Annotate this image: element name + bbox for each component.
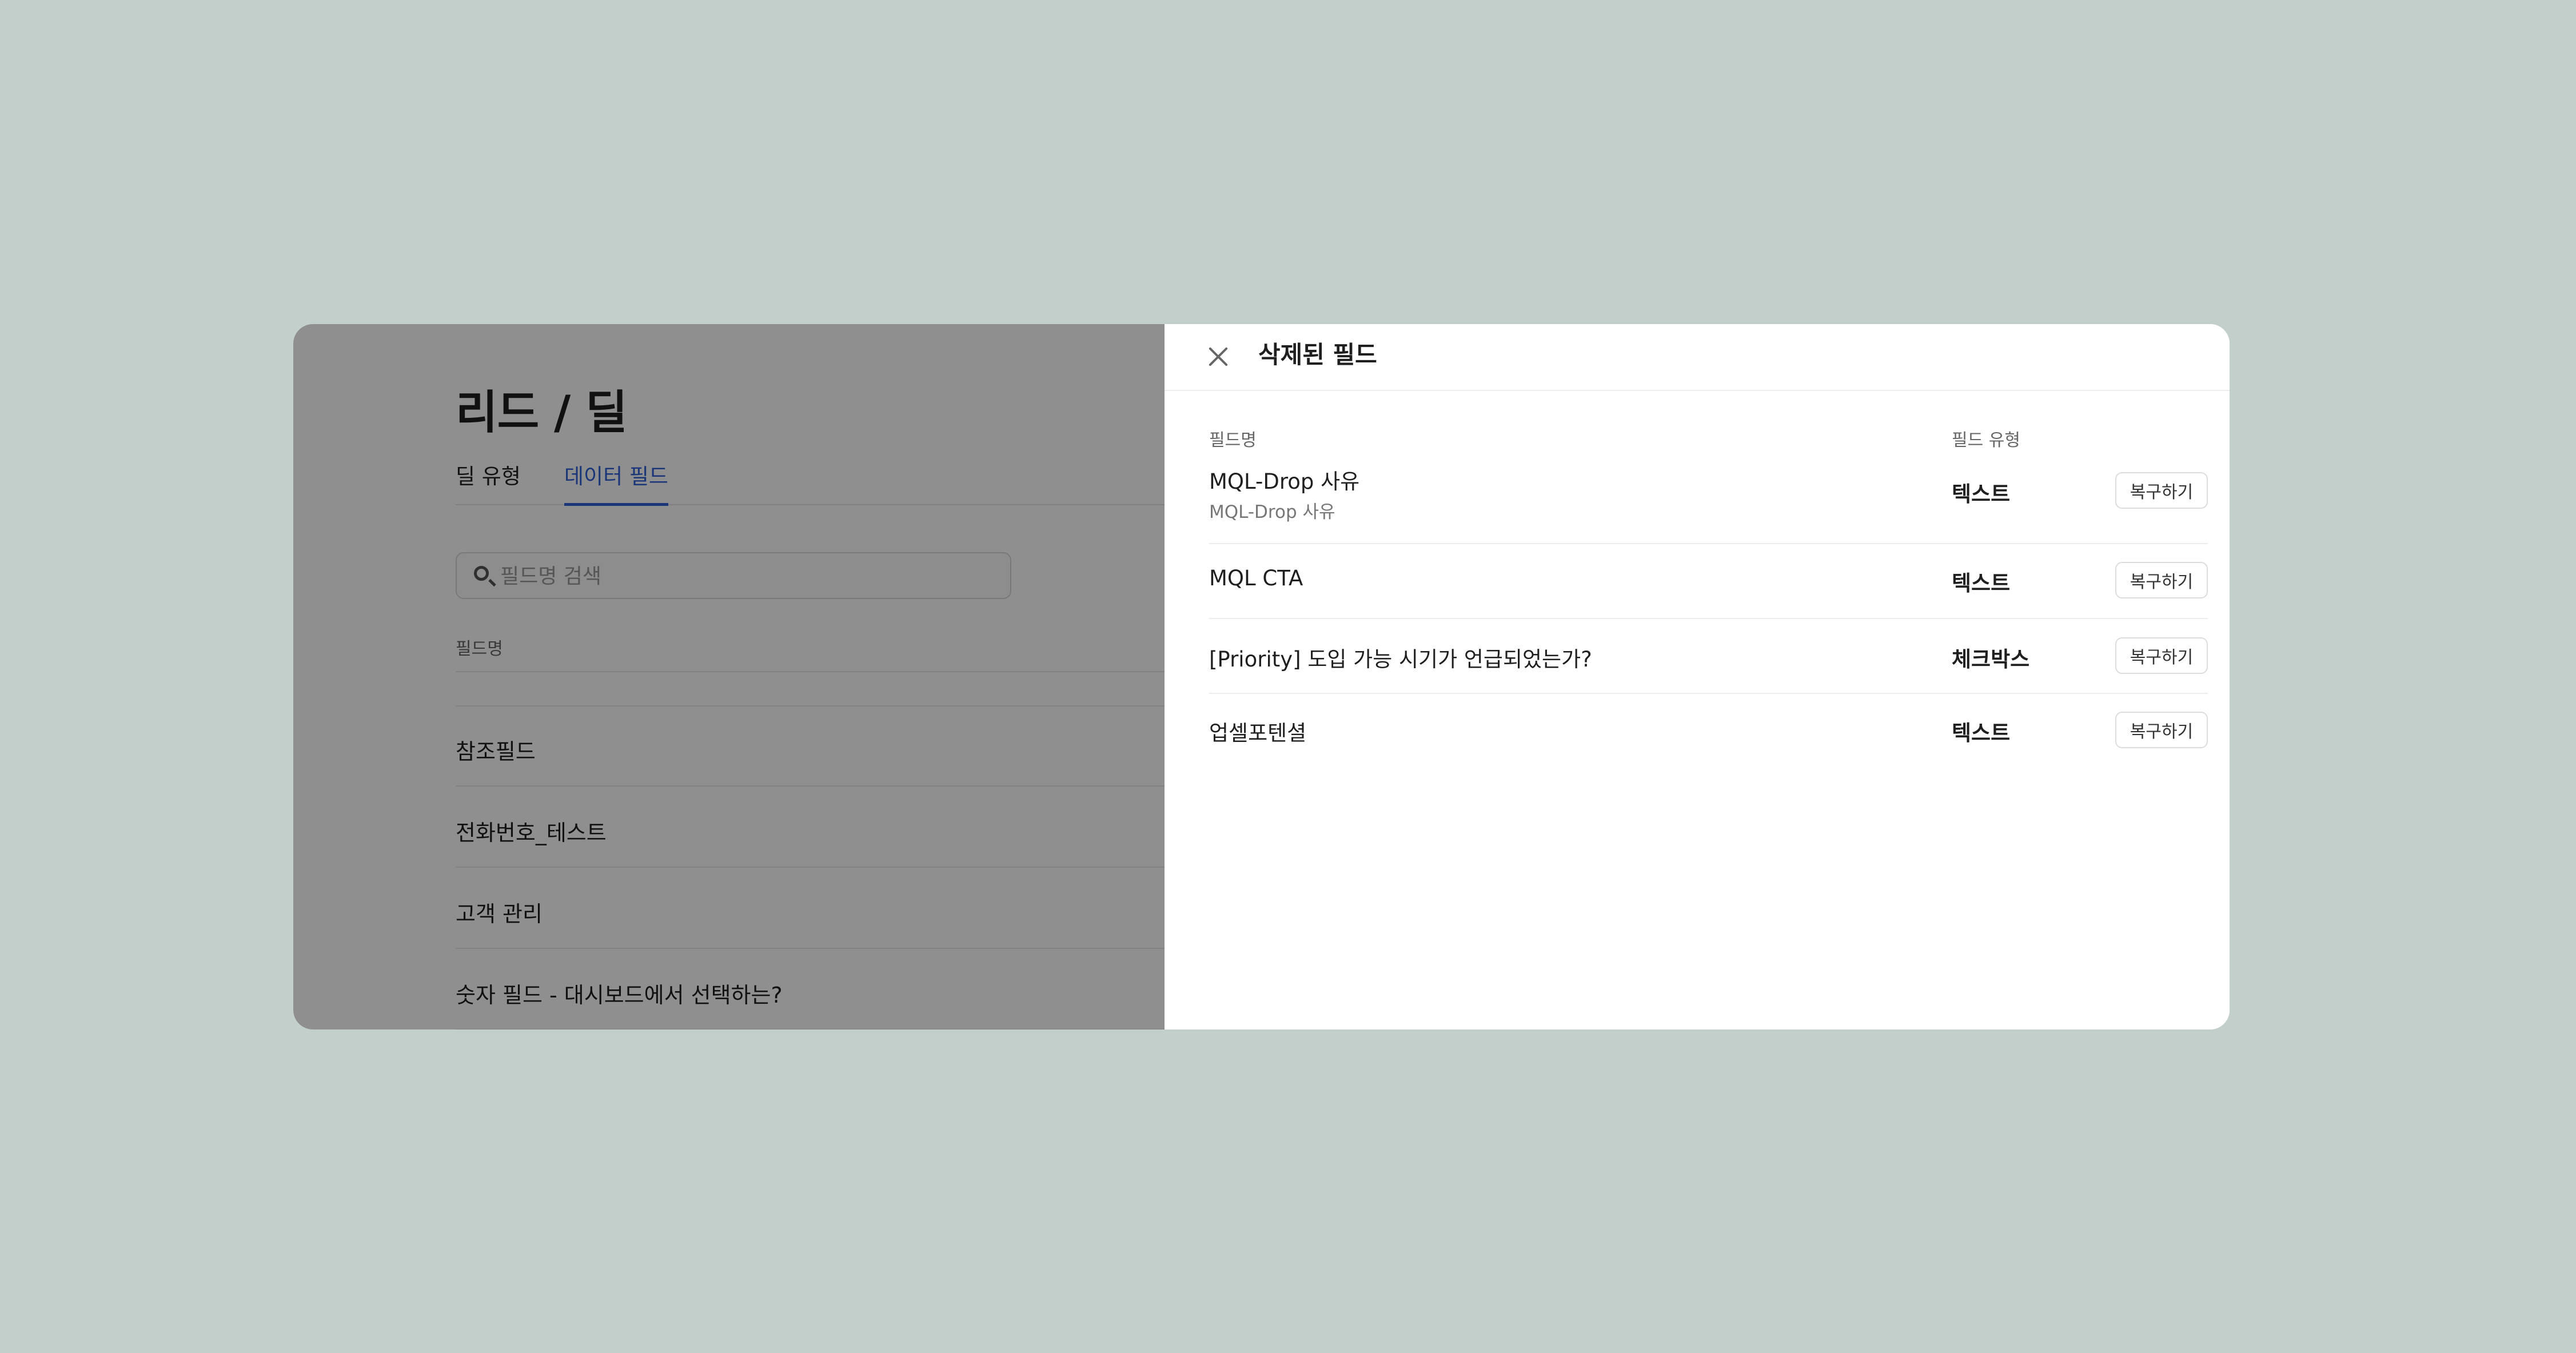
field-name: 업셀포텐셜 — [1209, 721, 1307, 745]
table-row: MQL CTA 텍스트 복구하기 — [1209, 543, 2208, 619]
column-header-field-type: 필드 유형 — [1952, 430, 2020, 450]
restore-button[interactable]: 복구하기 — [2115, 712, 2208, 748]
drawer-title: 삭제된 필드 — [1258, 341, 1377, 369]
field-type: 텍스트 — [1952, 482, 2011, 506]
restore-button[interactable]: 복구하기 — [2115, 562, 2208, 598]
restore-button[interactable]: 복구하기 — [2115, 637, 2208, 674]
field-type: 체크박스 — [1952, 647, 2030, 672]
table-row: 업셀포텐셜 텍스트 복구하기 — [1209, 693, 2208, 768]
field-name: MQL CTA — [1209, 566, 1303, 590]
field-type: 텍스트 — [1952, 571, 2011, 596]
field-type: 텍스트 — [1952, 721, 2011, 745]
drawer-header: 삭제된 필드 — [1165, 324, 2230, 391]
table-row: [Priority] 도입 가능 시기가 언급되었는가? 체크박스 복구하기 — [1209, 618, 2208, 694]
modal-overlay[interactable] — [293, 324, 1165, 1029]
close-icon[interactable] — [1206, 343, 1232, 369]
field-name: [Priority] 도입 가능 시기가 언급되었는가? — [1209, 647, 1592, 672]
table-row: MQL-Drop 사유 MQL-Drop 사유 텍스트 복구하기 — [1209, 464, 2208, 544]
restore-button[interactable]: 복구하기 — [2115, 472, 2208, 509]
deleted-fields-drawer: 삭제된 필드 필드명 필드 유형 MQL-Drop 사유 MQL-Drop 사유… — [1165, 324, 2230, 1029]
app-window: 리드 / 딜 딜 유형 데이터 필드 필드명 참조필드 전화번호_테스트 고객 … — [293, 324, 2230, 1029]
field-name: MQL-Drop 사유 — [1209, 469, 1360, 494]
field-subname: MQL-Drop 사유 — [1209, 502, 1335, 522]
column-header-field-name: 필드명 — [1209, 430, 1257, 450]
